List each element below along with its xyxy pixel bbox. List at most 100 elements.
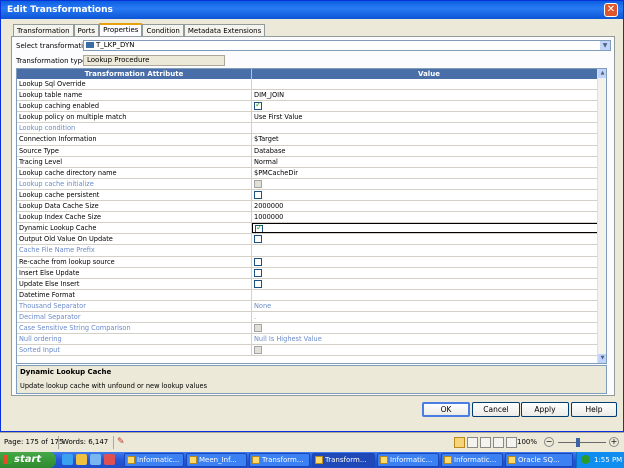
zoom-slider-thumb[interactable] [576, 438, 580, 447]
taskbar-button[interactable]: Oracle SQ... [505, 453, 573, 467]
value-cell[interactable]: Use First Value [252, 112, 606, 122]
value-cell[interactable]: 2000000 [252, 201, 606, 211]
scroll-down-icon[interactable]: ▼ [598, 354, 606, 363]
table-row[interactable]: Lookup Index Cache Size 1000000 [17, 212, 606, 224]
help-button[interactable]: Help [571, 402, 617, 417]
checkbox[interactable] [254, 190, 262, 199]
value-cell[interactable]: Null Is Highest Value [252, 334, 606, 344]
checkbox[interactable] [254, 235, 262, 244]
value-cell[interactable]: 1000000 [252, 212, 606, 222]
tab-condition[interactable]: Condition [142, 24, 184, 36]
table-row[interactable]: Decimal Separator. [17, 311, 606, 324]
checkbox[interactable] [254, 257, 262, 266]
select-transformation-dropdown[interactable]: T_LKP_DYN ▼ [83, 40, 611, 51]
value-cell[interactable]: Normal [252, 157, 606, 167]
taskbar-button[interactable]: Informatic... [377, 453, 439, 467]
chevron-down-icon[interactable]: ▼ [600, 41, 610, 50]
web-layout-icon[interactable] [480, 437, 491, 448]
checkbox[interactable] [255, 224, 263, 233]
taskbar-button[interactable]: Transform... [312, 453, 375, 467]
tab-properties[interactable]: Properties [99, 23, 143, 36]
taskbar-button[interactable]: Meen_Inf... [186, 453, 247, 467]
value-cell[interactable] [252, 190, 606, 200]
value-cell[interactable]: DIM_JOIN [252, 90, 606, 100]
value-cell[interactable] [252, 179, 606, 189]
value-cell[interactable] [252, 123, 606, 133]
value-cell[interactable] [252, 268, 606, 278]
checkbox[interactable] [254, 279, 262, 288]
full-screen-reading-icon[interactable] [467, 437, 478, 448]
taskbar-button[interactable]: Informatic... [441, 453, 503, 467]
value-cell[interactable]: None [252, 301, 606, 311]
table-row[interactable]: Sorted Input [17, 345, 606, 357]
value-cell[interactable] [252, 257, 606, 267]
page-count[interactable]: Page: 175 of 175 [4, 438, 63, 446]
table-row[interactable]: Lookup cache initialize [17, 178, 606, 190]
ok-button[interactable]: OK [422, 402, 470, 417]
apply-button[interactable]: Apply [521, 402, 569, 417]
table-row[interactable]: Update Else Insert [17, 278, 606, 290]
scroll-up-icon[interactable]: ▲ [598, 69, 606, 78]
zoom-in-icon[interactable]: + [609, 437, 619, 447]
value-cell[interactable]: $PMCacheDir [252, 168, 606, 178]
print-layout-icon[interactable] [454, 437, 465, 448]
table-row[interactable]: Datetime Format [17, 289, 606, 301]
zoom-out-icon[interactable]: − [544, 437, 554, 447]
table-row[interactable]: Re-cache from lookup source [17, 256, 606, 268]
value-cell[interactable] [252, 79, 606, 89]
value-cell[interactable] [252, 101, 606, 111]
value-cell[interactable] [252, 345, 606, 355]
value-cell[interactable] [252, 234, 606, 244]
checkbox[interactable] [254, 101, 262, 111]
table-row[interactable]: Lookup cache directory name $PMCacheDir [17, 167, 606, 179]
table-row[interactable]: Thousand Separator None [17, 300, 606, 312]
zoom-level[interactable]: 100% [517, 438, 537, 446]
quicklaunch-app-icon[interactable] [104, 454, 115, 465]
value-cell[interactable] [252, 223, 606, 234]
table-row[interactable]: Lookup policy on multiple match Use First… [17, 112, 606, 124]
value-cell[interactable]: $Target [252, 134, 606, 144]
value-cell[interactable] [252, 245, 606, 255]
network-icon[interactable] [581, 455, 590, 464]
tab-ports[interactable]: Ports [73, 24, 100, 36]
table-row[interactable]: Source Type Database [17, 145, 606, 157]
value-cell[interactable]: . [252, 312, 606, 322]
value-cell[interactable] [252, 279, 606, 289]
draft-view-icon[interactable] [506, 437, 517, 448]
table-row[interactable]: Null ordering Null Is Highest Value [17, 334, 606, 346]
value-cell[interactable] [252, 323, 606, 333]
cancel-button[interactable]: Cancel [472, 402, 520, 417]
table-row[interactable]: Output Old Value On Update [17, 234, 606, 246]
value-cell[interactable] [252, 290, 606, 300]
table-row[interactable]: Lookup condition [17, 123, 606, 135]
table-row[interactable]: Case Sensitive String Comparison [17, 323, 606, 335]
vertical-scrollbar[interactable]: ▲ ▼ [597, 69, 606, 363]
table-row[interactable]: Lookup Data Cache Size 2000000 [17, 201, 606, 213]
zoom-slider[interactable] [558, 442, 606, 443]
table-row[interactable]: Insert Else Update [17, 267, 606, 279]
outline-view-icon[interactable] [493, 437, 504, 448]
clock[interactable]: 1:55 PM [594, 452, 622, 468]
start-button[interactable]: start [0, 452, 56, 468]
table-row[interactable]: Dynamic Lookup Cache [17, 223, 606, 235]
close-icon[interactable]: ✕ [604, 3, 618, 17]
quicklaunch-folder-icon[interactable] [76, 454, 87, 465]
table-row[interactable]: Lookup caching enabled [17, 101, 606, 113]
window-titlebar[interactable]: Edit Transformations ✕ [1, 1, 623, 19]
table-row[interactable]: Cache File Name Prefix [17, 245, 606, 257]
table-row[interactable]: Lookup Sql Override [17, 79, 606, 91]
table-row[interactable]: Connection Information $Target [17, 134, 606, 146]
quicklaunch-desktop-icon[interactable] [90, 454, 101, 465]
taskbar-button[interactable]: Informatic... [124, 453, 184, 467]
word-count[interactable]: Words: 6,147 [62, 438, 108, 446]
checkbox[interactable] [254, 268, 262, 277]
quicklaunch-ie-icon[interactable] [62, 454, 73, 465]
tab-transformation[interactable]: Transformation [13, 24, 74, 36]
table-row[interactable]: Tracing Level Normal [17, 156, 606, 168]
table-row[interactable]: Lookup cache persistent [17, 189, 606, 202]
table-row[interactable]: Lookup table name DIM_JOIN [17, 90, 606, 102]
spelling-check-icon[interactable]: ✎ [117, 437, 127, 447]
tab-metadata-extensions[interactable]: Metadata Extensions [183, 24, 266, 36]
taskbar-button[interactable]: Transform... [249, 453, 310, 467]
value-cell[interactable]: Database [252, 146, 606, 156]
